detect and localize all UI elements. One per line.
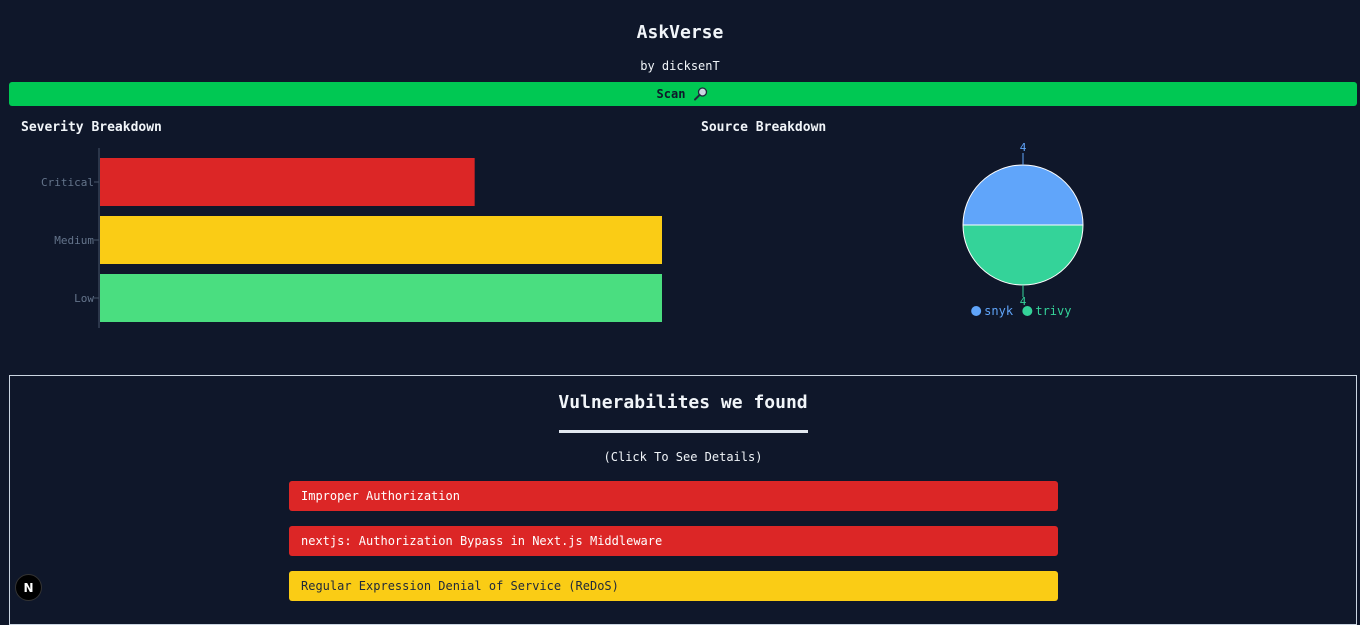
bar-medium [100, 216, 662, 264]
vulnerability-label: Regular Expression Denial of Service (Re… [301, 579, 619, 593]
nextjs-dev-badge[interactable]: N [15, 574, 42, 601]
vulnerability-item[interactable]: Regular Expression Denial of Service (Re… [289, 571, 1058, 601]
legend-swatch-trivy [1022, 306, 1033, 316]
legend-label-snyk: snyk [984, 304, 1014, 318]
pie-slice-snyk [962, 164, 1084, 226]
y-tick-label: Critical [41, 176, 94, 189]
bar-critical [100, 158, 475, 206]
pie-slice-trivy [962, 224, 1084, 286]
title-underline [559, 430, 808, 433]
details-hint: (Click To See Details) [603, 450, 763, 464]
vulnerabilities-title: Vulnerabilites we found [558, 392, 808, 413]
legend-label-trivy: trivy [1035, 304, 1071, 318]
vulnerability-item[interactable]: Improper Authorization [289, 481, 1058, 511]
pie-value-label: 4 [1020, 295, 1027, 308]
y-tick-label: Medium [54, 234, 94, 247]
bar-low [100, 274, 662, 322]
vulnerability-label: nextjs: Authorization Bypass in Next.js … [301, 534, 663, 548]
y-tick-label: Low [74, 292, 94, 305]
vulnerability-item[interactable]: nextjs: Authorization Bypass in Next.js … [289, 526, 1058, 556]
vulnerability-label: Improper Authorization [301, 489, 460, 503]
charts-canvas: Critical Medium Low 4 4 snyk trivy [41, 141, 1084, 328]
legend-swatch-snyk [971, 306, 982, 316]
pie-value-label: 4 [1020, 141, 1027, 154]
